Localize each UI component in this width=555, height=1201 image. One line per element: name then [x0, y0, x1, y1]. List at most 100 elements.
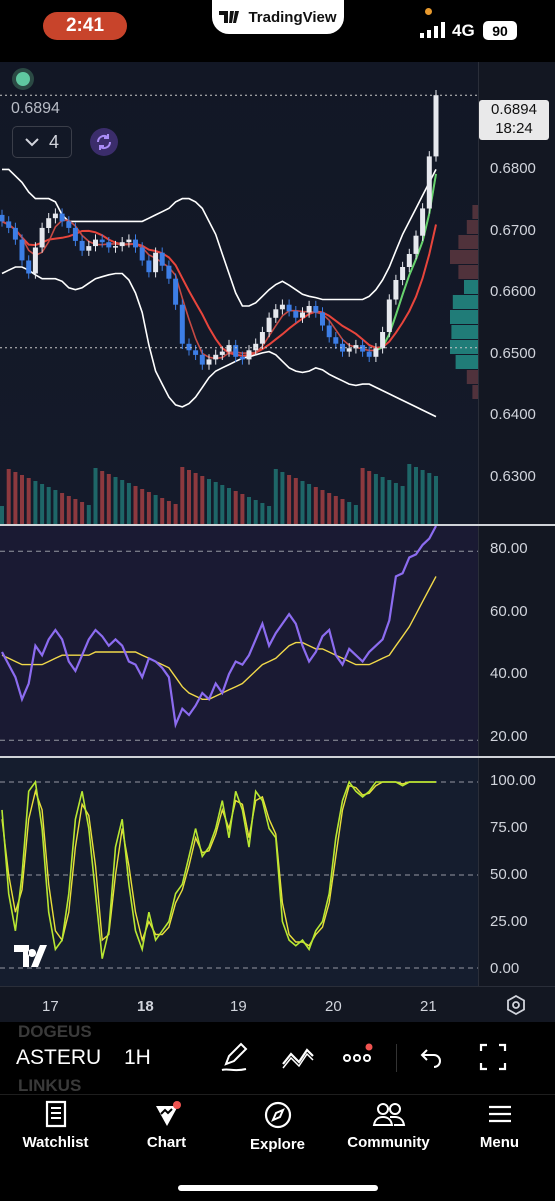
volume-bar — [53, 490, 58, 524]
candle-body — [12, 227, 18, 240]
watchlist-icon — [45, 1100, 66, 1128]
pane-divider[interactable] — [0, 756, 555, 758]
nav-label: Explore — [249, 1136, 306, 1153]
toolbar-separator — [396, 1044, 397, 1072]
chart-svg — [0, 90, 478, 969]
nav-label: Chart — [146, 1134, 187, 1151]
indicators-icon[interactable] — [281, 1040, 315, 1074]
undo-icon[interactable] — [418, 1040, 444, 1074]
nav-community[interactable]: Community — [333, 1100, 444, 1151]
indicators-collapse-button[interactable]: 4 — [12, 126, 72, 158]
volume-bar — [407, 464, 412, 524]
volume-bar — [320, 490, 325, 524]
volume-profile-bar — [472, 385, 478, 399]
rsi-axis-label: 60.00 — [490, 603, 528, 620]
price-axis-label: 0.6800 — [490, 160, 536, 177]
candle-body — [99, 239, 105, 243]
volume-bar — [207, 479, 211, 524]
candle-body — [420, 208, 426, 236]
volume-bar — [200, 476, 205, 524]
symbol-button[interactable]: ASTERU — [16, 1046, 101, 1070]
settings-hexagon-icon[interactable] — [506, 995, 526, 1015]
volume-bar — [126, 483, 131, 524]
candle-body — [273, 309, 279, 318]
volume-bar — [146, 492, 151, 524]
candle-body — [19, 239, 25, 261]
home-indicator[interactable] — [178, 1185, 378, 1191]
chevron-down-icon — [25, 138, 39, 147]
volume-bar — [420, 470, 425, 524]
volume-bar — [353, 505, 358, 524]
rsi-ma-line — [1, 576, 437, 700]
candle-body — [206, 359, 212, 365]
volume-bar — [160, 498, 165, 524]
volume-bar — [193, 473, 198, 524]
volume-bar — [373, 474, 378, 524]
nav-watchlist[interactable]: Watchlist — [0, 1100, 111, 1151]
stoch-axis-label: 50.00 — [490, 866, 528, 883]
volume-bar — [253, 500, 258, 524]
volume-bar — [220, 485, 225, 524]
candle-body — [253, 343, 259, 351]
volume-bar — [33, 481, 38, 524]
volume-bar — [434, 476, 438, 524]
candle-body — [266, 317, 272, 332]
time-axis[interactable] — [0, 986, 555, 1023]
battery-icon: 90 — [483, 21, 517, 40]
candle-body — [46, 218, 52, 228]
price-axis-label: 0.6500 — [490, 345, 536, 362]
price-axis-label: 0.6600 — [490, 283, 536, 300]
current-price-value: 0.6894 — [491, 101, 537, 118]
candle-body — [300, 312, 305, 318]
fullscreen-icon[interactable] — [478, 1040, 508, 1074]
candle-body — [59, 213, 65, 222]
price-axis-label: 0.6400 — [490, 406, 536, 423]
candle-body — [400, 267, 406, 280]
candle-body — [133, 239, 138, 248]
drawing-pen-icon[interactable] — [220, 1040, 250, 1074]
candle-body — [239, 356, 245, 360]
chart-canvas[interactable]: 0.6800 0.6700 0.6600 0.6500 0.6400 0.630… — [0, 62, 555, 1023]
candle-body — [366, 351, 372, 357]
moving-average-red — [1, 220, 437, 357]
candle-body — [246, 350, 252, 360]
volume-profile-bar — [472, 205, 478, 219]
volume-bar — [367, 471, 372, 524]
more-options-icon[interactable] — [342, 1040, 374, 1074]
volume-profile-bar — [450, 340, 478, 354]
symbol-scroll-next[interactable]: LINKUS — [18, 1076, 81, 1096]
volume-bar — [280, 472, 285, 524]
current-price-tag: 0.6894 18:24 — [479, 100, 549, 140]
replay-button[interactable] — [90, 128, 118, 156]
nav-explore[interactable]: Explore — [222, 1100, 333, 1153]
volume-bar — [187, 470, 191, 524]
candle-body — [93, 239, 98, 247]
candle-body — [6, 221, 12, 228]
volume-profile-bar — [464, 280, 478, 294]
volume-bar — [333, 496, 338, 524]
market-status-dot[interactable] — [16, 72, 30, 86]
pane-divider[interactable] — [0, 524, 555, 526]
cellular-signal-icon — [420, 22, 445, 38]
community-icon — [372, 1103, 405, 1126]
symbol-scroll-prev[interactable]: DOGEUS — [18, 1022, 92, 1042]
candle-body — [433, 95, 439, 157]
candle-body — [113, 246, 118, 248]
volume-bar — [80, 502, 85, 524]
candle-body — [386, 299, 392, 332]
nav-chart[interactable]: Chart — [111, 1100, 222, 1151]
volume-bar — [213, 482, 218, 524]
interval-button[interactable]: 1H — [124, 1046, 151, 1070]
nav-menu[interactable]: Menu — [444, 1100, 555, 1151]
candle-body — [86, 246, 92, 251]
candle-body — [186, 343, 192, 351]
volume-bar — [166, 501, 171, 524]
nav-label: Watchlist — [22, 1134, 89, 1151]
candle-body — [380, 332, 386, 349]
volume-bar — [240, 494, 245, 524]
volume-bar — [393, 483, 398, 524]
volume-bar — [340, 499, 345, 524]
rsi-axis-label: 20.00 — [490, 728, 528, 745]
candle-body — [0, 214, 5, 222]
volume-bar — [247, 497, 251, 524]
